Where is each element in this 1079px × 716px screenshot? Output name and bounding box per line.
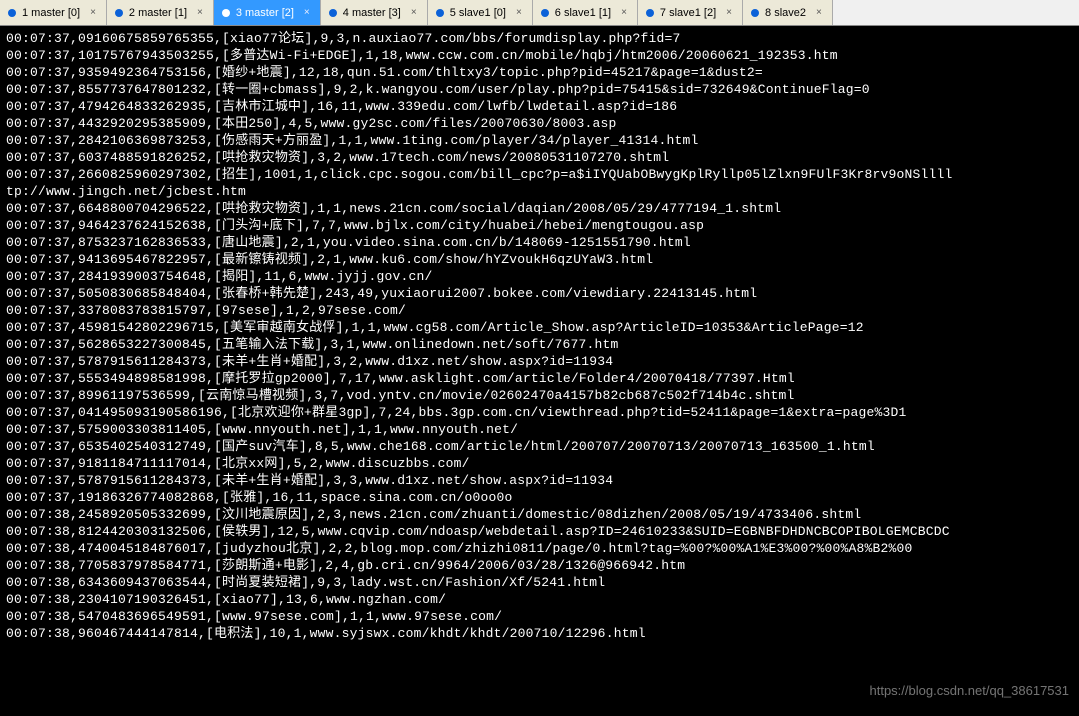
tab-label: 8 slave2 <box>765 7 806 19</box>
log-line: 00:07:37,2841939003754648,[揭阳],11,6,www.… <box>6 268 1073 285</box>
log-line: 00:07:37,5050830685848404,[张春桥+韩先楚],243,… <box>6 285 1073 302</box>
log-line: 00:07:37,45981542802296715,[美军审越南女战俘],1,… <box>6 319 1073 336</box>
close-icon[interactable]: × <box>722 7 732 18</box>
log-line: 00:07:38,4740045184876017,[judyzhou北京],2… <box>6 540 1073 557</box>
tab-2[interactable]: 3 master [2] × <box>214 0 321 25</box>
log-line: tp://www.jingch.net/jcbest.htm <box>6 183 1073 200</box>
connection-status-icon <box>329 9 337 17</box>
close-icon[interactable]: × <box>512 7 522 18</box>
log-line: 00:07:38,8124420303132506,[侯轶男],12,5,www… <box>6 523 1073 540</box>
log-line: 00:07:37,3378083783815797,[97sese],1,2,9… <box>6 302 1073 319</box>
close-icon[interactable]: × <box>812 7 822 18</box>
console-output: 00:07:37,09160675859765355,[xiao77论坛],9,… <box>0 26 1079 642</box>
connection-status-icon <box>115 9 123 17</box>
log-line: 00:07:37,10175767943503255,[多普达Wi-Fi+EDG… <box>6 47 1073 64</box>
log-line: 00:07:37,5759003303811405,[www.nnyouth.n… <box>6 421 1073 438</box>
log-line: 00:07:37,2660825960297302,[招生],1001,1,cl… <box>6 166 1073 183</box>
tab-4[interactable]: 5 slave1 [0] × <box>428 0 533 25</box>
close-icon[interactable]: × <box>407 7 417 18</box>
log-line: 00:07:37,6535402540312749,[国产suv汽车],8,5,… <box>6 438 1073 455</box>
log-line: 00:07:37,9413695467822957,[最新镲铸视频],2,1,w… <box>6 251 1073 268</box>
log-line: 00:07:37,4432920295385909,[本田250],4,5,ww… <box>6 115 1073 132</box>
log-line: 00:07:38,6343609437063544,[时尚夏装短裙],9,3,l… <box>6 574 1073 591</box>
connection-status-icon <box>541 9 549 17</box>
tab-bar: 1 master [0]×2 master [1]×3 master [2]×4… <box>0 0 1079 26</box>
log-line: 00:07:37,9464237624152638,[门头沟+底下],7,7,w… <box>6 217 1073 234</box>
close-icon[interactable]: × <box>86 7 96 18</box>
tab-label: 3 master [2] <box>236 7 294 19</box>
tab-label: 2 master [1] <box>129 7 187 19</box>
log-line: 00:07:37,5628653227300845,[五笔输入法下载],3,1,… <box>6 336 1073 353</box>
tab-7[interactable]: 8 slave2 × <box>743 0 833 25</box>
log-line: 00:07:37,4794264833262935,[吉林市江城中],16,11… <box>6 98 1073 115</box>
log-line: 00:07:37,8557737647801232,[转一圈+cbmass],9… <box>6 81 1073 98</box>
tab-label: 4 master [3] <box>343 7 401 19</box>
log-line: 00:07:38,960467444147814,[电积法],10,1,www.… <box>6 625 1073 642</box>
log-line: 00:07:38,2458920505332699,[汶川地震原因],2,3,n… <box>6 506 1073 523</box>
log-line: 00:07:37,89961197536599,[云南惊马槽视频],3,7,vo… <box>6 387 1073 404</box>
tab-label: 7 slave1 [2] <box>660 7 716 19</box>
log-line: 00:07:38,2304107190326451,[xiao77],13,6,… <box>6 591 1073 608</box>
log-line: 00:07:37,9359492364753156,[婚纱+地震],12,18,… <box>6 64 1073 81</box>
log-line: 00:07:37,09160675859765355,[xiao77论坛],9,… <box>6 30 1073 47</box>
close-icon[interactable]: × <box>617 7 627 18</box>
tab-1[interactable]: 2 master [1] × <box>107 0 214 25</box>
log-line: 00:07:38,7705837978584771,[莎朗斯通+电影],2,4,… <box>6 557 1073 574</box>
tab-6[interactable]: 7 slave1 [2] × <box>638 0 743 25</box>
log-line: 00:07:37,041495093190586196,[北京欢迎你+群星3gp… <box>6 404 1073 421</box>
log-line: 00:07:37,5787915611284373,[未羊+生肖+婚配],3,2… <box>6 353 1073 370</box>
tab-label: 1 master [0] <box>22 7 80 19</box>
connection-status-icon <box>646 9 654 17</box>
connection-status-icon <box>8 9 16 17</box>
tab-5[interactable]: 6 slave1 [1] × <box>533 0 638 25</box>
log-line: 00:07:37,6648800704296522,[哄抢救灾物资],1,1,n… <box>6 200 1073 217</box>
tab-label: 5 slave1 [0] <box>450 7 506 19</box>
tab-0[interactable]: 1 master [0] × <box>0 0 107 25</box>
log-line: 00:07:37,5553494898581998,[摩托罗拉gp2000],7… <box>6 370 1073 387</box>
log-line: 00:07:37,5787915611284373,[未羊+生肖+婚配],3,3… <box>6 472 1073 489</box>
log-line: 00:07:37,9181184711117014,[北京xx网],5,2,ww… <box>6 455 1073 472</box>
tab-label: 6 slave1 [1] <box>555 7 611 19</box>
connection-status-icon <box>751 9 759 17</box>
close-icon[interactable]: × <box>193 7 203 18</box>
log-line: 00:07:37,2842106369873253,[伤感雨天+方丽盈],1,1… <box>6 132 1073 149</box>
log-line: 00:07:37,8753237162836533,[唐山地震],2,1,you… <box>6 234 1073 251</box>
close-icon[interactable]: × <box>300 7 310 18</box>
log-line: 00:07:37,19186326774082868,[张雅],16,11,sp… <box>6 489 1073 506</box>
connection-status-icon <box>222 9 230 17</box>
tab-3[interactable]: 4 master [3] × <box>321 0 428 25</box>
log-line: 00:07:38,5470483696549591,[www.97sese.co… <box>6 608 1073 625</box>
connection-status-icon <box>436 9 444 17</box>
log-line: 00:07:37,6037488591826252,[哄抢救灾物资],3,2,w… <box>6 149 1073 166</box>
watermark: https://blog.csdn.net/qq_38617531 <box>870 683 1070 698</box>
